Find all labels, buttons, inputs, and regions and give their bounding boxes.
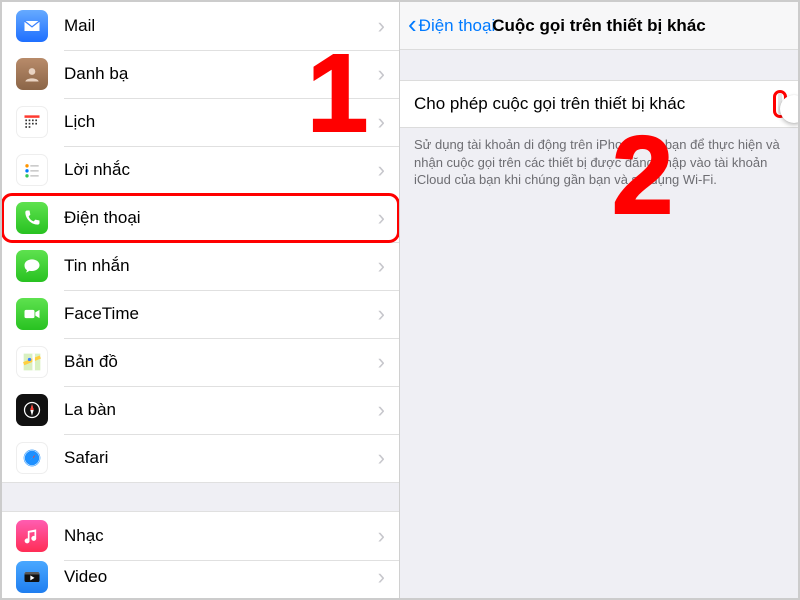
settings-row-calendar[interactable]: Lịch ›	[2, 98, 399, 146]
group-footer-text: Sử dụng tài khoản di động trên iPhone củ…	[400, 128, 798, 189]
row-label: Tin nhắn	[64, 256, 378, 276]
settings-row-contacts[interactable]: Danh bạ ›	[2, 50, 399, 98]
contacts-icon	[16, 58, 48, 90]
row-label: Safari	[64, 448, 378, 468]
row-label: Lịch	[64, 112, 378, 132]
row-label: Điện thoại	[64, 208, 378, 228]
allow-calls-cell: Cho phép cuộc gọi trên thiết bị khác	[400, 80, 798, 128]
maps-icon	[16, 346, 48, 378]
chevron-left-icon: ‹	[408, 11, 417, 37]
settings-row-compass[interactable]: La bàn ›	[2, 386, 399, 434]
settings-row-facetime[interactable]: FaceTime ›	[2, 290, 399, 338]
settings-row-safari[interactable]: Safari ›	[2, 434, 399, 482]
chevron-right-icon: ›	[378, 253, 385, 279]
settings-list: Mail › Danh bạ › Lịch ›	[2, 2, 399, 594]
back-label: Điện thoại	[419, 16, 496, 36]
chevron-right-icon: ›	[378, 564, 385, 590]
chevron-right-icon: ›	[378, 397, 385, 423]
settings-list-pane: Mail › Danh bạ › Lịch ›	[2, 2, 400, 598]
music-icon	[16, 520, 48, 552]
compass-icon	[16, 394, 48, 426]
messages-icon	[16, 250, 48, 282]
chevron-right-icon: ›	[378, 301, 385, 327]
row-label: Danh bạ	[64, 64, 378, 84]
chevron-right-icon: ›	[378, 157, 385, 183]
settings-row-phone[interactable]: Điện thoại ›	[2, 194, 399, 242]
reminders-icon	[16, 154, 48, 186]
row-label: FaceTime	[64, 304, 378, 324]
row-label: La bàn	[64, 400, 378, 420]
settings-row-messages[interactable]: Tin nhắn ›	[2, 242, 399, 290]
row-label: Video	[64, 567, 378, 587]
chevron-right-icon: ›	[378, 349, 385, 375]
settings-group: Cho phép cuộc gọi trên thiết bị khác Sử …	[400, 80, 798, 189]
facetime-icon	[16, 298, 48, 330]
settings-row-reminders[interactable]: Lời nhắc ›	[2, 146, 399, 194]
mail-icon	[16, 10, 48, 42]
row-label: Nhạc	[64, 526, 378, 546]
settings-row-mail[interactable]: Mail ›	[2, 2, 399, 50]
chevron-right-icon: ›	[378, 205, 385, 231]
settings-row-video[interactable]: Video ›	[2, 560, 399, 594]
toggle-label: Cho phép cuộc gọi trên thiết bị khác	[414, 94, 685, 114]
nav-bar: ‹ Điện thoại Cuộc gọi trên thiết bị khác	[400, 2, 798, 50]
phone-icon	[16, 202, 48, 234]
row-label: Bản đồ	[64, 352, 378, 372]
chevron-right-icon: ›	[378, 61, 385, 87]
settings-row-maps[interactable]: Bản đồ ›	[2, 338, 399, 386]
row-label: Mail	[64, 16, 378, 36]
chevron-right-icon: ›	[378, 445, 385, 471]
detail-pane: ‹ Điện thoại Cuộc gọi trên thiết bị khác…	[400, 2, 798, 598]
toggle-highlight	[776, 93, 784, 115]
chevron-right-icon: ›	[378, 13, 385, 39]
video-icon	[16, 561, 48, 593]
back-button[interactable]: ‹ Điện thoại	[408, 13, 495, 39]
row-label: Lời nhắc	[64, 160, 378, 180]
section-divider	[2, 482, 399, 512]
allow-calls-toggle[interactable]	[778, 93, 782, 114]
chevron-right-icon: ›	[378, 109, 385, 135]
safari-icon	[16, 442, 48, 474]
calendar-icon	[16, 106, 48, 138]
settings-row-music[interactable]: Nhạc ›	[2, 512, 399, 560]
chevron-right-icon: ›	[378, 523, 385, 549]
